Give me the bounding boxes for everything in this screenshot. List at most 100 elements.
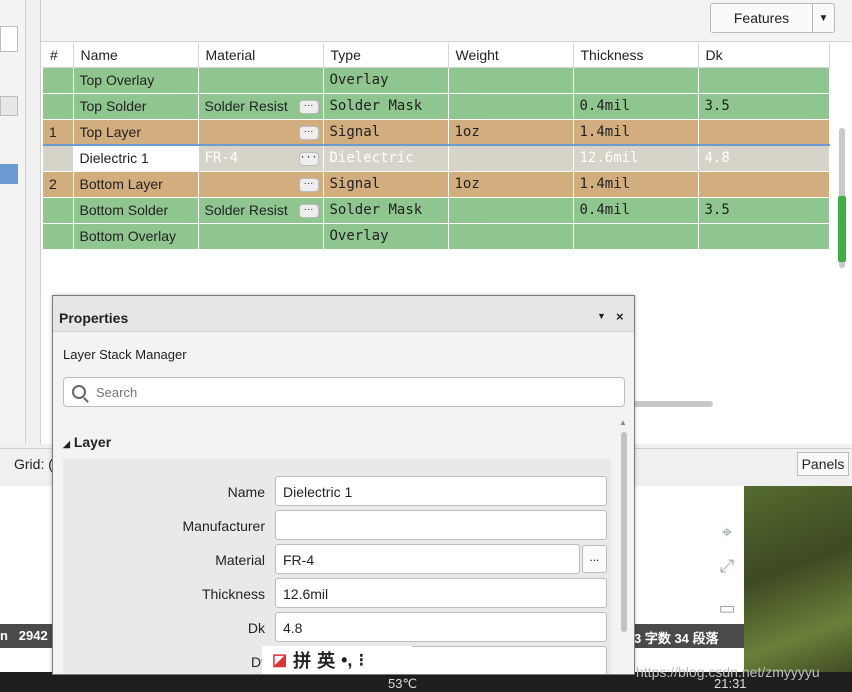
collapse-toggle-icon[interactable]: ◢ [63, 439, 70, 449]
cell-name[interactable]: Bottom Solder [73, 197, 199, 224]
monitor-icon[interactable]: ▭ [715, 596, 739, 620]
cell-thickness[interactable] [573, 223, 699, 250]
cell-material[interactable]: Solder Resist ··· [198, 197, 324, 224]
cell-material[interactable]: Solder Resist ··· [198, 93, 324, 120]
table-row[interactable]: 2 Bottom Layer ··· Signal 1oz 1.4mil [43, 171, 830, 198]
name-field[interactable]: Dielectric 1 [275, 476, 607, 506]
table-row[interactable]: Bottom Solder Solder Resist ··· Solder Ma… [43, 197, 830, 224]
vertical-scrollbar[interactable] [834, 68, 850, 398]
cell-dk[interactable]: 3.5 [698, 93, 830, 120]
material-field[interactable]: FR-4 [275, 544, 580, 574]
cell-material[interactable]: ··· [198, 119, 324, 146]
layer-stack-table: # Name Material Type Weight Thickness Dk… [43, 43, 830, 250]
cell-name[interactable]: Top Solder [73, 93, 199, 120]
thickness-field[interactable]: 12.6mil [275, 578, 607, 608]
col-header-num[interactable]: # [43, 43, 74, 68]
left-stub-item[interactable] [0, 96, 18, 116]
material-more-button[interactable]: ··· [298, 203, 319, 218]
cell-type[interactable]: Signal [323, 171, 449, 198]
cell-type[interactable]: Overlay [323, 223, 449, 250]
cell-dk[interactable] [698, 67, 830, 94]
panels-button[interactable]: Panels [797, 452, 849, 476]
cell-material[interactable]: ··· [198, 171, 324, 198]
cell-name[interactable]: Top Layer [73, 119, 199, 146]
word-count-right: 3 字数 34 段落 [634, 624, 744, 648]
ime-punct-icon[interactable]: •, [341, 650, 352, 671]
table-row[interactable]: Bottom Overlay Overlay [43, 223, 830, 250]
cell-weight[interactable] [448, 93, 574, 120]
dk-field[interactable]: 4.8 [275, 612, 607, 642]
cell-thickness[interactable]: 0.4mil [573, 197, 699, 224]
cell-weight[interactable]: 1oz [448, 171, 574, 198]
cell-thickness[interactable]: 0.4mil [573, 93, 699, 120]
table-row[interactable]: Top Solder Solder Resist ··· Solder Mask … [43, 93, 830, 120]
cell-dk[interactable] [698, 119, 830, 146]
word-count-left-value: 2942 [18, 628, 48, 643]
search-input[interactable] [94, 383, 574, 401]
ime-english-icon[interactable]: 英 [317, 647, 335, 673]
scroll-up-icon[interactable]: ▲ [619, 418, 627, 427]
scroll-thumb[interactable] [621, 432, 627, 632]
search-box[interactable] [63, 377, 625, 407]
ime-logo-icon[interactable]: ◪ [272, 650, 287, 670]
cell-num: 2 [43, 171, 74, 198]
cell-weight[interactable]: 1oz [448, 119, 574, 146]
cell-dk[interactable] [698, 171, 830, 198]
cell-type[interactable]: Solder Mask [323, 93, 449, 120]
panel-menu-icon[interactable]: ▼ [597, 311, 606, 321]
cell-dk[interactable]: 4.8 [698, 144, 830, 172]
close-icon[interactable]: × [616, 309, 624, 324]
col-header-name[interactable]: Name [73, 43, 199, 68]
col-header-type[interactable]: Type [323, 43, 449, 68]
material-more-button[interactable]: ··· [298, 125, 319, 140]
manufacturer-field[interactable] [275, 510, 607, 540]
col-header-thickness[interactable]: Thickness [573, 43, 699, 68]
cell-dk[interactable]: 3.5 [698, 197, 830, 224]
material-more-button[interactable]: ··· [298, 177, 319, 192]
cell-weight[interactable] [448, 67, 574, 94]
material-more-button[interactable]: ··· [298, 99, 319, 114]
cell-name[interactable]: Bottom Overlay [73, 223, 199, 250]
cell-material[interactable] [198, 223, 324, 250]
cell-thickness[interactable]: 1.4mil [573, 119, 699, 146]
cell-name-editing[interactable]: Dielectric 1 [73, 144, 199, 172]
cell-thickness[interactable] [573, 67, 699, 94]
cell-weight[interactable] [448, 197, 574, 224]
col-header-weight[interactable]: Weight [448, 43, 574, 68]
ime-more-icon[interactable]: ⁝ [358, 650, 364, 671]
cell-thickness[interactable]: 1.4mil [573, 171, 699, 198]
cell-weight[interactable] [448, 144, 574, 172]
dk-row: Dk 4.8 [63, 612, 611, 642]
material-browse-button[interactable]: ... [582, 545, 607, 573]
col-header-material[interactable]: Material [198, 43, 324, 68]
left-stub-input[interactable] [0, 26, 18, 52]
cell-material[interactable]: FR-4 ··· [198, 144, 324, 172]
cell-name[interactable]: Top Overlay [73, 67, 199, 94]
cell-dk[interactable] [698, 223, 830, 250]
chevron-down-icon[interactable]: ▼ [812, 4, 834, 32]
table-row[interactable]: Top Overlay Overlay [43, 67, 830, 94]
cell-thickness[interactable]: 12.6mil [573, 144, 699, 172]
cell-weight[interactable] [448, 223, 574, 250]
background-photo [744, 486, 852, 692]
features-dropdown[interactable]: Features ▼ [710, 3, 835, 33]
cell-type[interactable]: Dielectric [323, 144, 449, 172]
material-more-button[interactable]: ··· [298, 152, 319, 166]
cell-type[interactable]: Solder Mask [323, 197, 449, 224]
properties-scrollbar[interactable]: ▲ [619, 418, 629, 674]
left-panel-stub [0, 0, 26, 444]
col-header-dk[interactable]: Dk [698, 43, 830, 68]
fit-icon[interactable]: ⤢ [715, 554, 739, 578]
cell-material[interactable] [198, 67, 324, 94]
table-row[interactable]: 1 Top Layer ··· Signal 1oz 1.4mil [43, 119, 830, 146]
cell-name[interactable]: Bottom Layer [73, 171, 199, 198]
layer-section-header[interactable]: ◢ Layer [63, 434, 111, 450]
thickness-label: Thickness [201, 586, 265, 602]
left-stub-selected-item[interactable] [0, 164, 18, 184]
table-row-selected[interactable]: Dielectric 1 FR-4 ··· Dielectric 12.6mil … [43, 144, 830, 172]
target-icon[interactable]: ⌖ [715, 520, 739, 544]
material-text: Solder Resist [204, 202, 288, 218]
ime-pinyin-icon[interactable]: 拼 [293, 647, 311, 673]
cell-type[interactable]: Overlay [323, 67, 449, 94]
cell-type[interactable]: Signal [323, 119, 449, 146]
